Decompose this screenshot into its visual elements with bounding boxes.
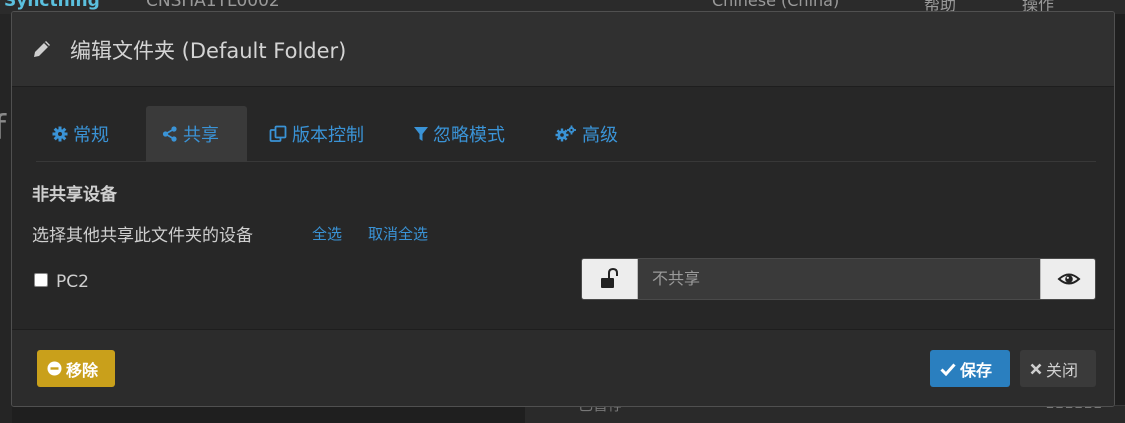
section-description: 选择其他共享此文件夹的设备: [32, 226, 253, 246]
brand-logo[interactable]: Syncthing: [4, 0, 100, 11]
select-all-link[interactable]: 全选: [312, 223, 342, 244]
show-password-button[interactable]: [1040, 259, 1095, 299]
dialog-header: 编辑文件夹 (Default Folder): [12, 12, 1114, 87]
tab-label: 版本控制: [292, 125, 364, 146]
tab-bar: 常规 共享 版本控制 忽略模式 高级: [36, 106, 1096, 162]
tab-label: 高级: [582, 125, 618, 146]
deselect-all-link[interactable]: 取消全选: [368, 223, 428, 244]
close-label: 关闭: [1046, 360, 1079, 380]
copy-icon: [269, 125, 287, 142]
tab-advanced[interactable]: 高级: [539, 106, 634, 162]
background-glyph: f: [0, 108, 6, 148]
pencil-icon: [34, 41, 50, 57]
cogs-icon: [555, 125, 576, 142]
tab-label: 共享: [183, 125, 219, 146]
tab-general[interactable]: 常规: [36, 106, 125, 162]
eye-icon: [1057, 273, 1081, 285]
share-icon: [162, 126, 177, 142]
edit-folder-dialog: 编辑文件夹 (Default Folder) 常规 共享 版本控制 忽略模式 高…: [11, 11, 1115, 407]
gear-icon: [52, 126, 68, 142]
close-button[interactable]: 关闭: [1020, 350, 1096, 387]
filter-icon: [414, 127, 428, 141]
save-button[interactable]: 保存: [930, 350, 1010, 387]
dialog-title: 编辑文件夹 (Default Folder): [70, 39, 347, 63]
close-icon: [1030, 363, 1042, 374]
remove-button[interactable]: 移除: [37, 350, 115, 387]
tab-label: 常规: [73, 125, 109, 146]
language-menu[interactable]: Chinese (China): [712, 0, 839, 10]
device-name-label: PC2: [56, 272, 89, 292]
tab-ignore-patterns[interactable]: 忽略模式: [398, 106, 521, 162]
check-icon: [940, 362, 956, 376]
encryption-password-input[interactable]: 不共享: [638, 259, 1040, 299]
device-name: CNSHA1TL0002: [146, 0, 280, 11]
tab-label: 忽略模式: [433, 125, 505, 146]
tab-versioning[interactable]: 版本控制: [253, 106, 380, 162]
remove-label: 移除: [66, 360, 99, 380]
dialog-footer: 移除 保存 关闭: [12, 329, 1114, 406]
device-checkbox[interactable]: [34, 273, 48, 287]
unlock-button[interactable]: [582, 259, 638, 299]
unlock-icon: [601, 267, 618, 288]
save-label: 保存: [960, 360, 993, 380]
tab-sharing[interactable]: 共享: [146, 106, 247, 162]
encryption-password-group: 不共享: [581, 258, 1096, 300]
minus-circle-icon: [47, 361, 62, 376]
section-title: 非共享设备: [32, 185, 117, 205]
